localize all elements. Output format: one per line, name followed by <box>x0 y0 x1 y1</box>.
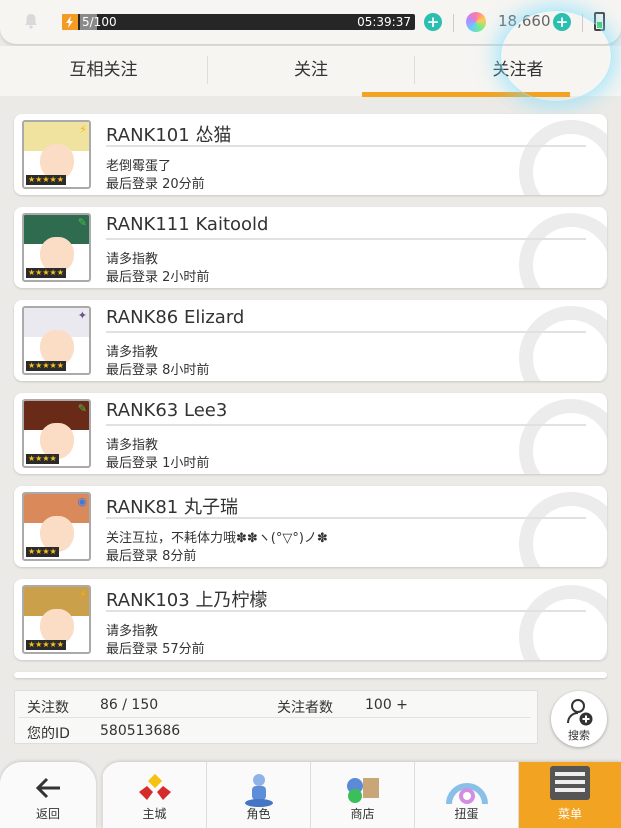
follower-card[interactable]: ✎ ★★★★★ RANK111 Kaitoold 请多指教最后登录 2小时前 <box>14 207 607 288</box>
following-count-label: 关注数 <box>27 700 69 716</box>
tab-mutual[interactable]: 互相关注 <box>0 46 207 94</box>
rarity-stars: ★★★★★ <box>26 268 66 278</box>
friend-message: 请多指教 <box>106 624 159 639</box>
follower-card[interactable]: ✦ ★★★★★ RANK86 Elizard 请多指教最后登录 8小时前 <box>14 300 607 381</box>
main-nav: 主城 角色 商店 扭蛋 菜单 <box>102 762 621 828</box>
shop-icon <box>346 778 379 803</box>
friend-message: 老倒霉蛋了 <box>106 159 172 174</box>
nav-gacha-label: 扭蛋 <box>454 807 479 821</box>
rarity-stars: ★★★★ <box>26 547 59 557</box>
friend-name: RANK103 上乃柠檬 <box>106 590 268 611</box>
menu-icon <box>550 766 590 800</box>
gem-icon <box>466 12 486 32</box>
watermark-icon <box>519 213 607 288</box>
follower-card-partial <box>14 672 607 678</box>
rarity-stars: ★★★★★ <box>26 175 66 185</box>
last-login: 最后登录 1小时前 <box>106 456 210 471</box>
friend-name: RANK101 怂猫 <box>106 125 232 146</box>
nav-character-label: 角色 <box>246 807 271 821</box>
last-login: 最后登录 2小时前 <box>106 270 210 285</box>
watermark-icon <box>519 399 607 474</box>
back-label: 返回 <box>35 807 60 821</box>
friend-message: 关注互拉，不耗体力哦✽✽ヽ(°▽°)ノ✽ <box>106 531 328 546</box>
follower-card[interactable]: ✎ ★★★★ RANK63 Lee3 请多指教最后登录 1小时前 <box>14 393 607 474</box>
last-login: 最后登录 57分前 <box>106 642 205 657</box>
user-id-label: 您的ID <box>27 726 70 742</box>
search-user-button[interactable]: 搜索 <box>551 691 607 747</box>
back-arrow-icon <box>35 777 60 799</box>
avatar[interactable]: ⚡ ★★★★★ <box>22 120 91 189</box>
divider <box>106 238 586 240</box>
rarity-stars: ★★★★★ <box>26 361 66 371</box>
bottom-nav: 返回 主城 角色 商店 扭蛋 菜单 <box>0 762 621 828</box>
friend-name: RANK81 丸子瑞 <box>106 497 238 518</box>
divider <box>106 145 586 147</box>
divider <box>106 424 586 426</box>
divider <box>106 610 586 612</box>
add-stamina-button[interactable]: + <box>424 13 442 31</box>
element-icon: ✎ <box>77 216 87 229</box>
divider <box>106 331 586 333</box>
following-count-value: 86 / 150 <box>100 697 159 713</box>
last-login: 最后登录 8分前 <box>106 549 197 564</box>
back-button[interactable]: 返回 <box>0 762 96 828</box>
element-icon: ✦ <box>77 309 87 322</box>
element-icon: ⚡ <box>79 588 87 601</box>
avatar[interactable]: ✦ ★★★★★ <box>22 306 91 375</box>
nav-menu-label: 菜单 <box>557 807 582 821</box>
nav-character[interactable]: 角色 <box>206 762 310 828</box>
divider <box>19 717 531 718</box>
avatar[interactable]: ⚡ ★★★★★ <box>22 585 91 654</box>
avatar[interactable]: ✎ ★★★★★ <box>22 213 91 282</box>
friend-message: 请多指教 <box>106 252 159 267</box>
followers-count-label: 关注者数 <box>277 700 333 716</box>
rarity-stars: ★★★★ <box>26 454 59 464</box>
bell-icon[interactable] <box>22 12 40 30</box>
stamina-timer: 05:39:37 <box>357 15 411 29</box>
friend-message: 请多指教 <box>106 438 159 453</box>
nav-shop[interactable]: 商店 <box>310 762 414 828</box>
watermark-icon <box>519 492 607 567</box>
stamina-value: 5/100 <box>82 15 117 29</box>
nav-town[interactable]: 主城 <box>102 762 206 828</box>
followers-count-value: 100 + <box>365 697 408 713</box>
friend-message: 请多指教 <box>106 345 159 360</box>
friend-name: RANK111 Kaitoold <box>106 214 269 235</box>
rarity-stars: ★★★★★ <box>26 640 66 650</box>
element-icon: ✎ <box>77 402 87 415</box>
follower-card[interactable]: ◉ ★★★★ RANK81 丸子瑞关注互拉，不耗体力哦✽✽ヽ(°▽°)ノ✽ 最后登录 … <box>14 486 607 567</box>
element-icon: ◉ <box>77 495 87 508</box>
gacha-icon <box>445 783 488 805</box>
follow-info-panel: 关注数 86 / 150 关注者数 100 + 您的ID 580513686 <box>14 690 538 744</box>
avatar[interactable]: ◉ ★★★★ <box>22 492 91 561</box>
watermark-icon <box>519 306 607 381</box>
divider <box>106 517 586 519</box>
search-label: 搜索 <box>568 729 590 742</box>
avatar[interactable]: ✎ ★★★★ <box>22 399 91 468</box>
add-user-icon <box>567 699 593 726</box>
element-icon: ⚡ <box>79 123 87 136</box>
follower-card[interactable]: ⚡ ★★★★★ RANK101 怂猫老倒霉蛋了最后登录 20分前 <box>14 114 607 195</box>
stamina-bolt-icon <box>62 14 78 30</box>
nav-gacha[interactable]: 扭蛋 <box>414 762 518 828</box>
last-login: 最后登录 20分前 <box>106 177 205 192</box>
stamina-bar: 5/100 05:39:37 <box>62 14 415 30</box>
tap-effect <box>500 10 612 102</box>
tab-following[interactable]: 关注 <box>208 46 414 94</box>
divider <box>453 14 454 32</box>
nav-town-label: 主城 <box>142 807 167 821</box>
user-id-value: 580513686 <box>100 723 181 739</box>
watermark-icon <box>519 120 607 195</box>
friend-name: RANK86 Elizard <box>106 307 245 328</box>
town-icon <box>138 773 171 800</box>
friend-name: RANK63 Lee3 <box>106 400 228 421</box>
character-icon <box>244 774 273 807</box>
nav-shop-label: 商店 <box>350 807 375 821</box>
follower-card[interactable]: ⚡ ★★★★★ RANK103 上乃柠檬请多指教最后登录 57分前 <box>14 579 607 660</box>
watermark-icon <box>519 585 607 660</box>
nav-menu[interactable]: 菜单 <box>518 762 621 828</box>
last-login: 最后登录 8小时前 <box>106 363 210 378</box>
